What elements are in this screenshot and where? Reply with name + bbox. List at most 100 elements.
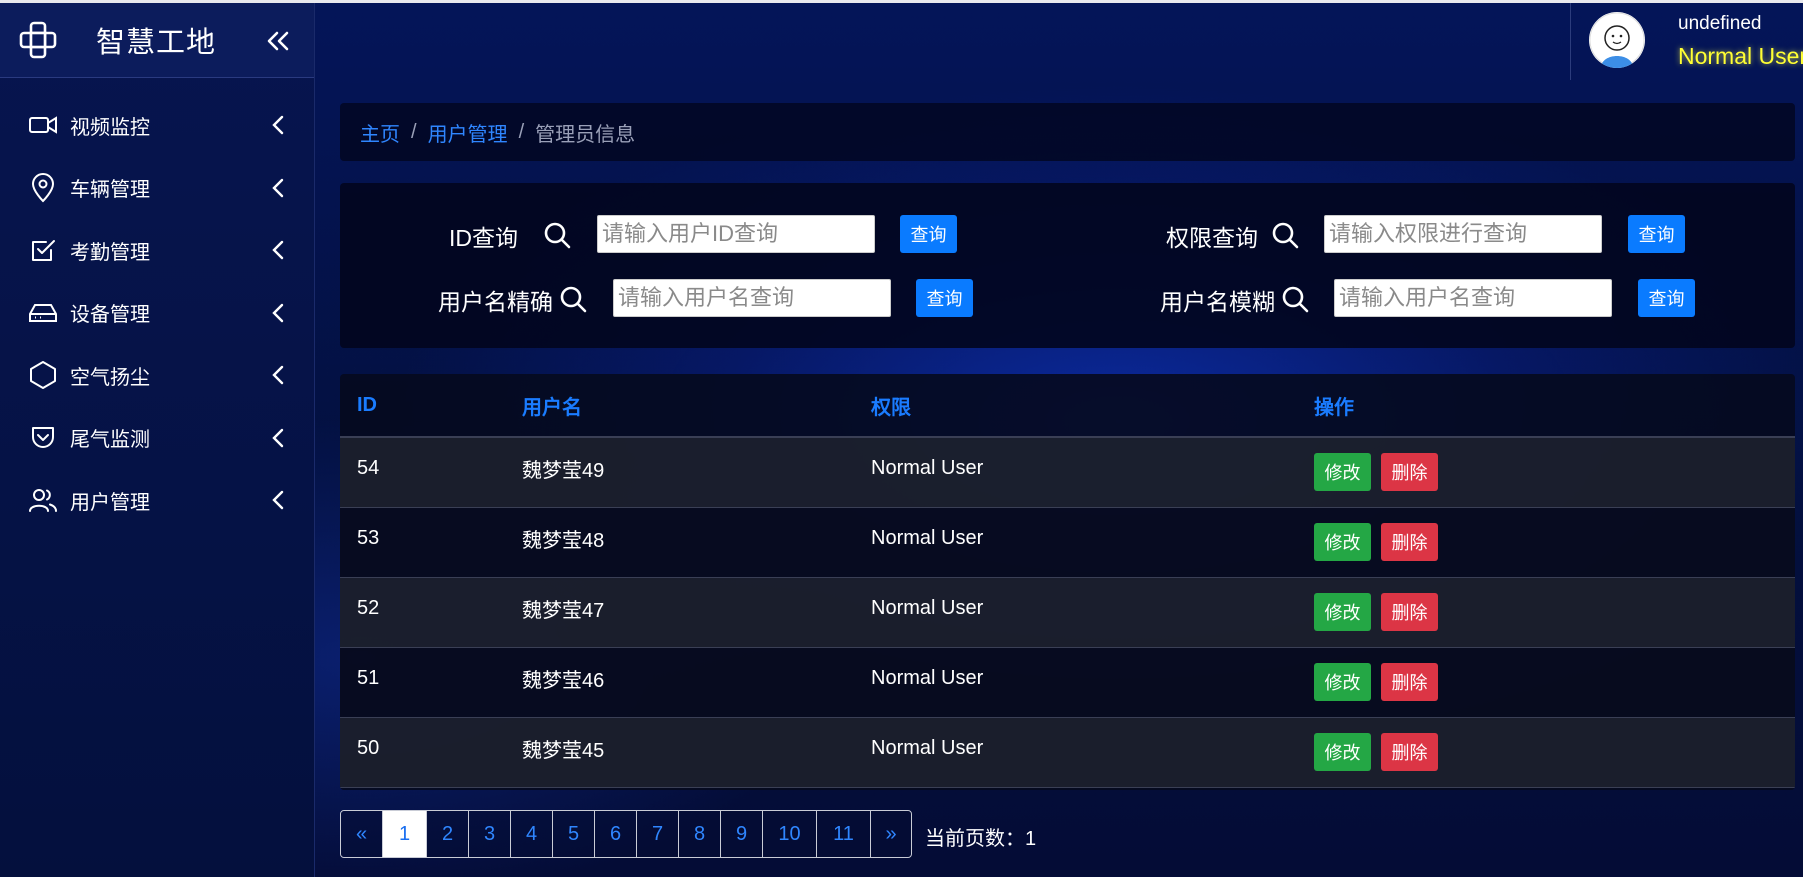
- chevron-left-icon: [268, 364, 288, 386]
- row-permission: Normal User: [871, 736, 984, 759]
- row-permission: Normal User: [871, 666, 984, 689]
- sidebar-item-air-dust[interactable]: 空气扬尘: [0, 344, 314, 407]
- app-title: 智慧工地: [96, 27, 217, 59]
- cell-id: 53: [340, 507, 505, 577]
- pagination-page[interactable]: 5: [553, 811, 595, 857]
- username-exact-label: 用户名精确: [438, 289, 553, 315]
- delete-button[interactable]: 删除: [1381, 523, 1438, 561]
- chevron-left-icon: [268, 114, 288, 136]
- row-permission: Normal User: [871, 526, 984, 549]
- user-panel[interactable]: undefined Normal User: [1570, 3, 1803, 80]
- username-exact-button[interactable]: 查询: [916, 279, 973, 317]
- sidebar-item-users[interactable]: 用户管理: [0, 469, 314, 532]
- sidebar-item-label: 考勤管理: [70, 241, 150, 264]
- sidebar-item-vehicle[interactable]: 车辆管理: [0, 157, 314, 220]
- table-row: 50 魏梦莹45 Normal User 修改 删除: [340, 717, 1795, 787]
- chevron-left-icon: [268, 489, 288, 511]
- row-id: 51: [357, 666, 380, 689]
- chevron-left-icon: [268, 302, 288, 324]
- column-header-actions: 操作: [1297, 374, 1795, 438]
- users-icon: [28, 485, 58, 515]
- hexagon-icon: [28, 360, 58, 390]
- row-permission: Normal User: [871, 456, 984, 479]
- id-search-input[interactable]: [597, 215, 875, 253]
- hard-drive-icon: [28, 298, 58, 328]
- permission-search-label: 权限查询: [1166, 225, 1258, 251]
- username-fuzzy-input[interactable]: [1334, 279, 1612, 317]
- sidebar-item-video[interactable]: 视频监控: [0, 94, 314, 157]
- edit-button[interactable]: 修改: [1314, 523, 1371, 561]
- cell-id: 50: [340, 717, 505, 787]
- breadcrumb-home-link[interactable]: 主页: [360, 118, 400, 147]
- cell-actions: 修改 删除: [1297, 437, 1795, 507]
- username-fuzzy-button[interactable]: 查询: [1638, 279, 1695, 317]
- username-exact-input[interactable]: [613, 279, 891, 317]
- cell-permission: Normal User: [854, 507, 1297, 577]
- table-row: 51 魏梦莹46 Normal User 修改 删除: [340, 647, 1795, 717]
- breadcrumb: 主页 / 用户管理 / 管理员信息: [340, 103, 1795, 161]
- table-row: 53 魏梦莹48 Normal User 修改 删除: [340, 507, 1795, 577]
- edit-button[interactable]: 修改: [1314, 663, 1371, 701]
- sidebar-menu: 视频监控 车辆管理 考勤管理 设备管理 空气扬尘 尾气监测 用户管理: [0, 94, 314, 532]
- delete-button[interactable]: 删除: [1381, 453, 1438, 492]
- sidebar-item-equipment[interactable]: 设备管理: [0, 282, 314, 345]
- breadcrumb-separator: /: [518, 120, 525, 143]
- pagination-page[interactable]: 2: [427, 811, 469, 857]
- table-header-row: ID 用户名 权限 操作: [340, 374, 1795, 438]
- cell-username: 魏梦莹46: [505, 647, 854, 717]
- row-id: 52: [357, 596, 380, 619]
- pagination-next[interactable]: »: [871, 811, 911, 857]
- pagination-prev[interactable]: «: [341, 811, 383, 857]
- cell-actions: 修改 删除: [1297, 577, 1795, 647]
- delete-button[interactable]: 删除: [1381, 593, 1438, 631]
- collapse-sidebar-icon[interactable]: [264, 27, 292, 55]
- id-search-label: ID查询: [449, 225, 518, 251]
- search-icon: [1272, 222, 1299, 249]
- pagination-page[interactable]: 1: [383, 811, 427, 857]
- sidebar: 智慧工地 视频监控 车辆管理 考勤管理 设备管理 空气扬尘 尾气监测 用户管理: [0, 3, 315, 877]
- permission-search-input[interactable]: [1324, 215, 1602, 253]
- row-id: 53: [357, 526, 380, 549]
- pagination-page[interactable]: 11: [817, 811, 871, 857]
- brand-bar: 智慧工地: [0, 3, 314, 78]
- column-header-permission: 权限: [854, 374, 1297, 438]
- permission-search-button[interactable]: 查询: [1628, 215, 1685, 253]
- pagination-page[interactable]: 7: [637, 811, 679, 857]
- pagination-page[interactable]: 3: [469, 811, 511, 857]
- search-icon: [544, 222, 571, 249]
- cell-permission: Normal User: [854, 437, 1297, 507]
- sidebar-item-exhaust[interactable]: 尾气监测: [0, 407, 314, 470]
- cell-id: 52: [340, 577, 505, 647]
- search-icon: [560, 286, 587, 313]
- pagination-page[interactable]: 8: [679, 811, 721, 857]
- delete-button[interactable]: 删除: [1381, 733, 1438, 771]
- table-row: 52 魏梦莹47 Normal User 修改 删除: [340, 577, 1795, 647]
- avatar[interactable]: [1589, 12, 1645, 68]
- sidebar-item-attendance[interactable]: 考勤管理: [0, 219, 314, 282]
- sidebar-item-label: 尾气监测: [70, 429, 150, 452]
- chevron-left-icon: [268, 177, 288, 199]
- edit-button[interactable]: 修改: [1314, 593, 1371, 631]
- search-panel: ID查询 查询 权限查询 查询 用户名精确 查询 用户名模糊 查询: [340, 183, 1795, 348]
- pagination-page[interactable]: 9: [721, 811, 763, 857]
- location-pin-icon: [28, 172, 58, 203]
- id-search-button[interactable]: 查询: [900, 215, 957, 253]
- breadcrumb-section-link[interactable]: 用户管理: [428, 118, 508, 147]
- column-header-id: ID: [340, 374, 505, 438]
- chevron-left-icon: [268, 427, 288, 449]
- cell-permission: Normal User: [854, 577, 1297, 647]
- username-fuzzy-label: 用户名模糊: [1160, 289, 1275, 315]
- row-username: 魏梦莹48: [522, 529, 605, 552]
- table-row: 54 魏梦莹49 Normal User 修改 删除: [340, 437, 1795, 507]
- cell-username: 魏梦莹45: [505, 717, 854, 787]
- row-id: 50: [357, 736, 380, 759]
- cell-username: 魏梦莹48: [505, 507, 854, 577]
- pagination-page[interactable]: 4: [511, 811, 553, 857]
- edit-button[interactable]: 修改: [1314, 733, 1371, 771]
- app-logo-icon: [18, 20, 58, 60]
- delete-button[interactable]: 删除: [1381, 663, 1438, 701]
- edit-button[interactable]: 修改: [1314, 453, 1371, 492]
- pagination-page[interactable]: 10: [763, 811, 817, 857]
- pagination-page[interactable]: 6: [595, 811, 637, 857]
- column-header-username: 用户名: [505, 374, 854, 438]
